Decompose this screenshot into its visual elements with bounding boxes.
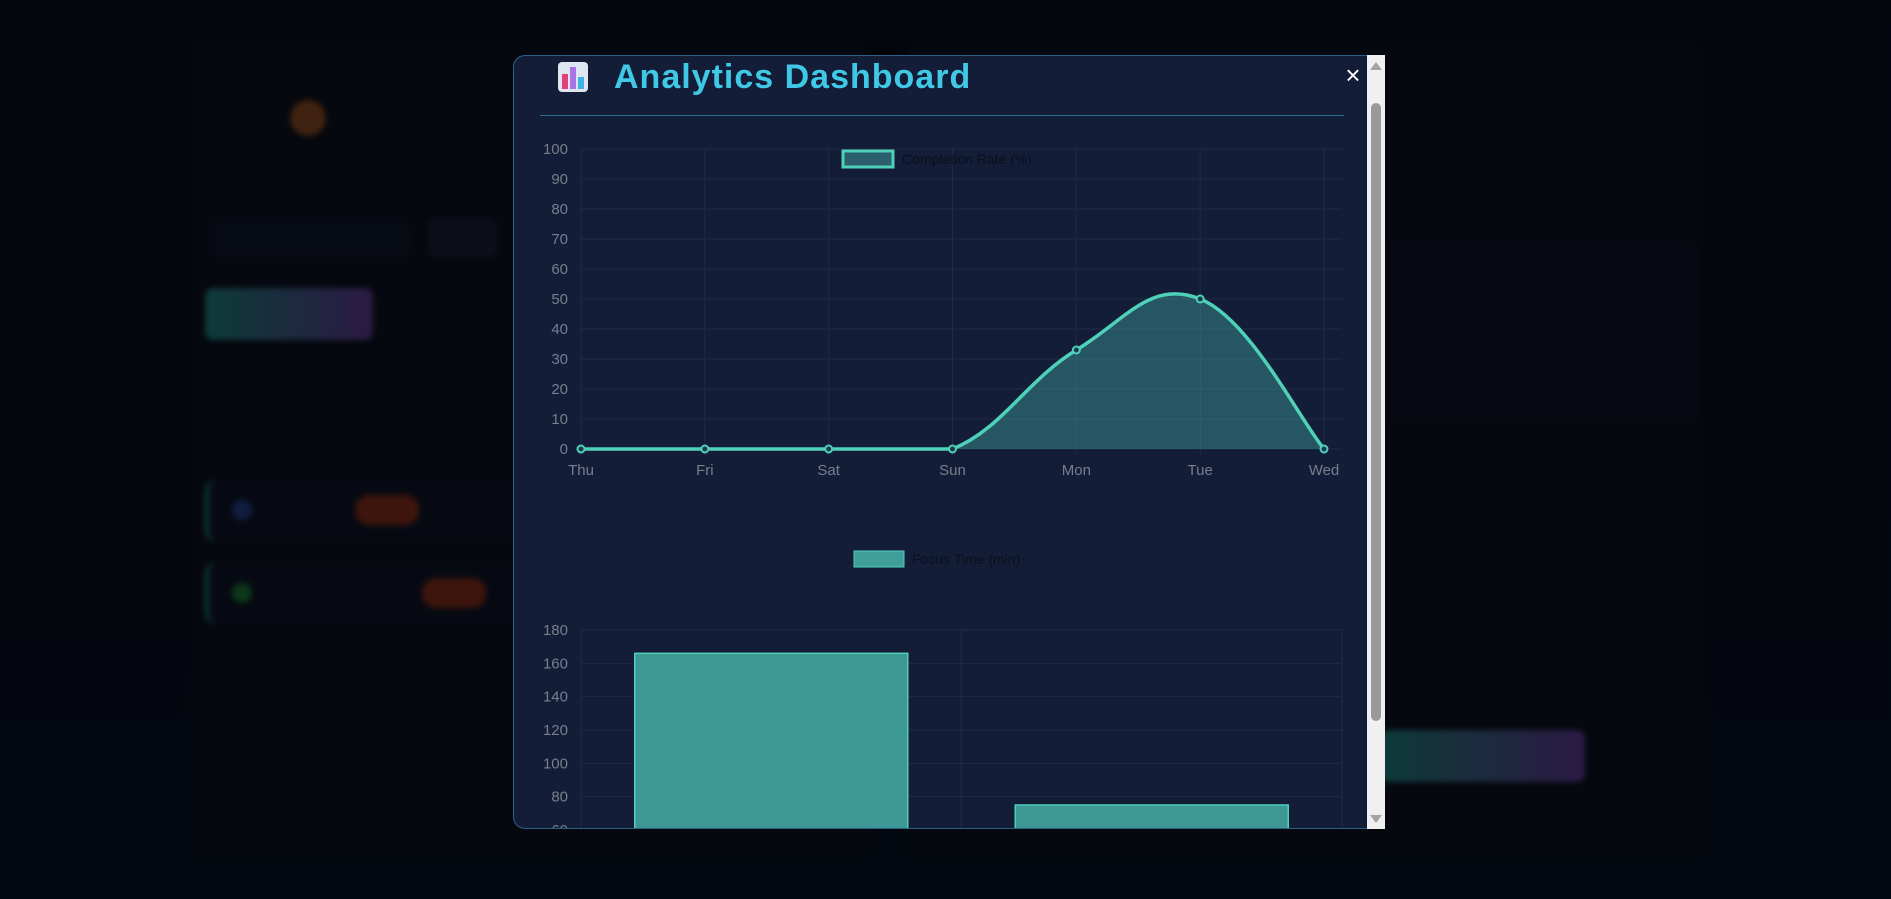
y-tick-label: 50 bbox=[551, 291, 568, 308]
scroll-down-arrow-icon[interactable] bbox=[1370, 815, 1382, 823]
data-point bbox=[948, 444, 957, 454]
y-tick-label: 60 bbox=[551, 261, 568, 278]
y-tick-label: 140 bbox=[543, 689, 568, 706]
x-tick-label: Tue bbox=[1188, 462, 1213, 476]
y-tick-label: 70 bbox=[551, 231, 568, 248]
y-tick-label: 100 bbox=[543, 141, 568, 158]
data-point bbox=[576, 444, 586, 454]
data-point bbox=[1195, 294, 1205, 304]
modal-header: Analytics Dashboard × bbox=[540, 56, 1361, 116]
y-tick-label: 120 bbox=[543, 722, 568, 739]
data-point bbox=[1071, 345, 1081, 355]
bar bbox=[1014, 804, 1289, 828]
completion-rate-chart: 0 10 20 30 40 50 60 70 80 90 100 Thu Fri Sat Sun Mon Tue… bbox=[543, 141, 1342, 476]
y-tick-label: 40 bbox=[551, 321, 568, 338]
x-tick-label: Sun bbox=[939, 462, 966, 476]
bar-chart-icon bbox=[558, 62, 588, 92]
y-tick-label: 80 bbox=[551, 789, 568, 806]
focus-time-chart: 406080100120140160180Focus Time (min) bbox=[543, 550, 1343, 829]
y-tick-label: 80 bbox=[551, 201, 568, 218]
close-button[interactable]: × bbox=[1340, 62, 1366, 88]
y-tick-label: 30 bbox=[551, 351, 568, 368]
data-point bbox=[700, 444, 710, 454]
data-point bbox=[824, 444, 834, 454]
x-tick-label: Mon bbox=[1062, 462, 1091, 476]
legend-label: Focus Time (min) bbox=[912, 551, 1020, 567]
scroll-up-arrow-icon[interactable] bbox=[1370, 62, 1382, 70]
x-tick-label: Wed bbox=[1309, 462, 1340, 476]
modal-scrollbar[interactable] bbox=[1367, 55, 1385, 829]
data-point bbox=[1319, 444, 1329, 454]
x-tick-label: Thu bbox=[568, 462, 594, 476]
x-tick-label: Sat bbox=[817, 462, 840, 476]
modal-title: Analytics Dashboard bbox=[614, 58, 972, 96]
y-tick-label: 60 bbox=[551, 822, 568, 829]
legend-label: Completion Rate (%) bbox=[902, 151, 1032, 167]
y-tick-label: 90 bbox=[551, 171, 568, 188]
y-tick-label: 0 bbox=[560, 441, 568, 458]
y-tick-label: 180 bbox=[543, 622, 568, 639]
legend-swatch bbox=[841, 149, 895, 169]
y-tick-label: 20 bbox=[551, 381, 568, 398]
bar bbox=[634, 652, 909, 828]
y-tick-label: 10 bbox=[551, 411, 568, 428]
scroll-thumb[interactable] bbox=[1371, 103, 1381, 721]
y-tick-label: 100 bbox=[543, 755, 568, 772]
y-tick-label: 160 bbox=[543, 655, 568, 672]
x-tick-label: Fri bbox=[696, 462, 714, 476]
legend-swatch bbox=[853, 550, 905, 568]
analytics-modal: Analytics Dashboard × 0 10 20 30 40 50 60 70 80 9… bbox=[513, 55, 1385, 829]
